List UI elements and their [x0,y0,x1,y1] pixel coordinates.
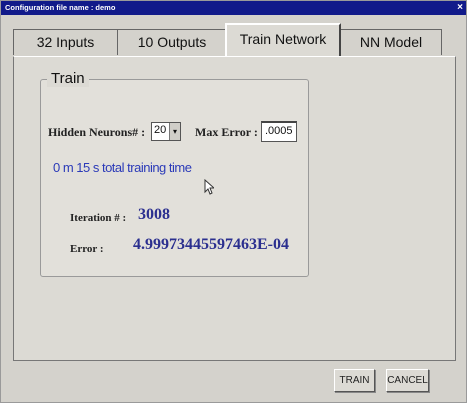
tab-label: NN Model [359,34,423,50]
max-error-label: Max Error : [195,125,258,139]
max-error-value: .0005 [265,125,293,137]
window-title: Configuration file name : demo [5,3,116,12]
mouse-pointer-icon [204,179,214,195]
tab-strip: 32 Inputs 10 Outputs Train Network NN Mo… [13,21,453,59]
configuration-window: Configuration file name : demo × 32 Inpu… [0,0,467,403]
tab-label: 32 Inputs [36,34,95,50]
train-groupbox: Train Hidden Neurons# : 20 ▾ Max Error :… [40,70,309,277]
iteration-value: 3008 [138,206,170,223]
error-label: Error : [70,243,104,255]
chevron-down-icon[interactable]: ▾ [169,123,180,140]
error-value: 4.99973445597463E-04 [133,236,289,253]
train-network-panel: Train Hidden Neurons# : 20 ▾ Max Error :… [13,56,456,361]
tab-inputs[interactable]: 32 Inputs [13,29,118,55]
iteration-label: Iteration # : [70,212,127,224]
close-icon[interactable]: × [457,1,463,15]
tab-label: Train Network [239,31,327,47]
train-button[interactable]: TRAIN [334,369,375,392]
hidden-neurons-value: 20 [154,124,167,136]
title-bar: Configuration file name : demo × [1,1,466,15]
hidden-neurons-spinner[interactable]: 20 ▾ [151,122,181,141]
cancel-button[interactable]: CANCEL [386,369,429,392]
max-error-input[interactable]: .0005 [261,121,297,142]
group-title: Train [47,70,89,87]
hidden-neurons-label: Hidden Neurons# : [48,125,146,139]
tab-nn-model[interactable]: NN Model [340,29,442,55]
tab-train-network[interactable]: Train Network [225,23,341,56]
total-training-time: 0 m 15 s total training time [53,160,192,175]
tab-outputs[interactable]: 10 Outputs [117,29,227,55]
tab-label: 10 Outputs [137,34,207,50]
